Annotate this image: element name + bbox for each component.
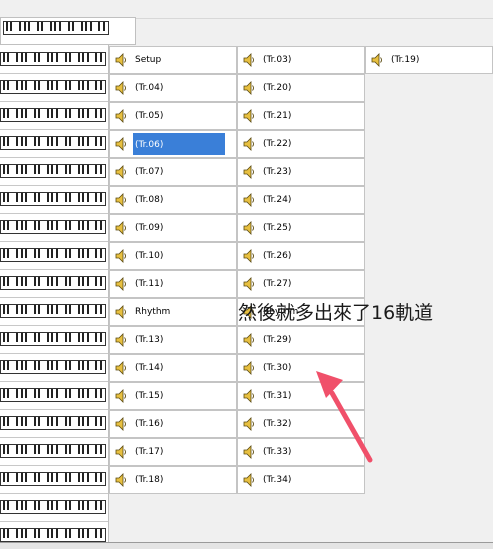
annotation-text: 然後就多出來了16軌道 — [238, 302, 434, 324]
annotation-arrow — [316, 371, 373, 463]
